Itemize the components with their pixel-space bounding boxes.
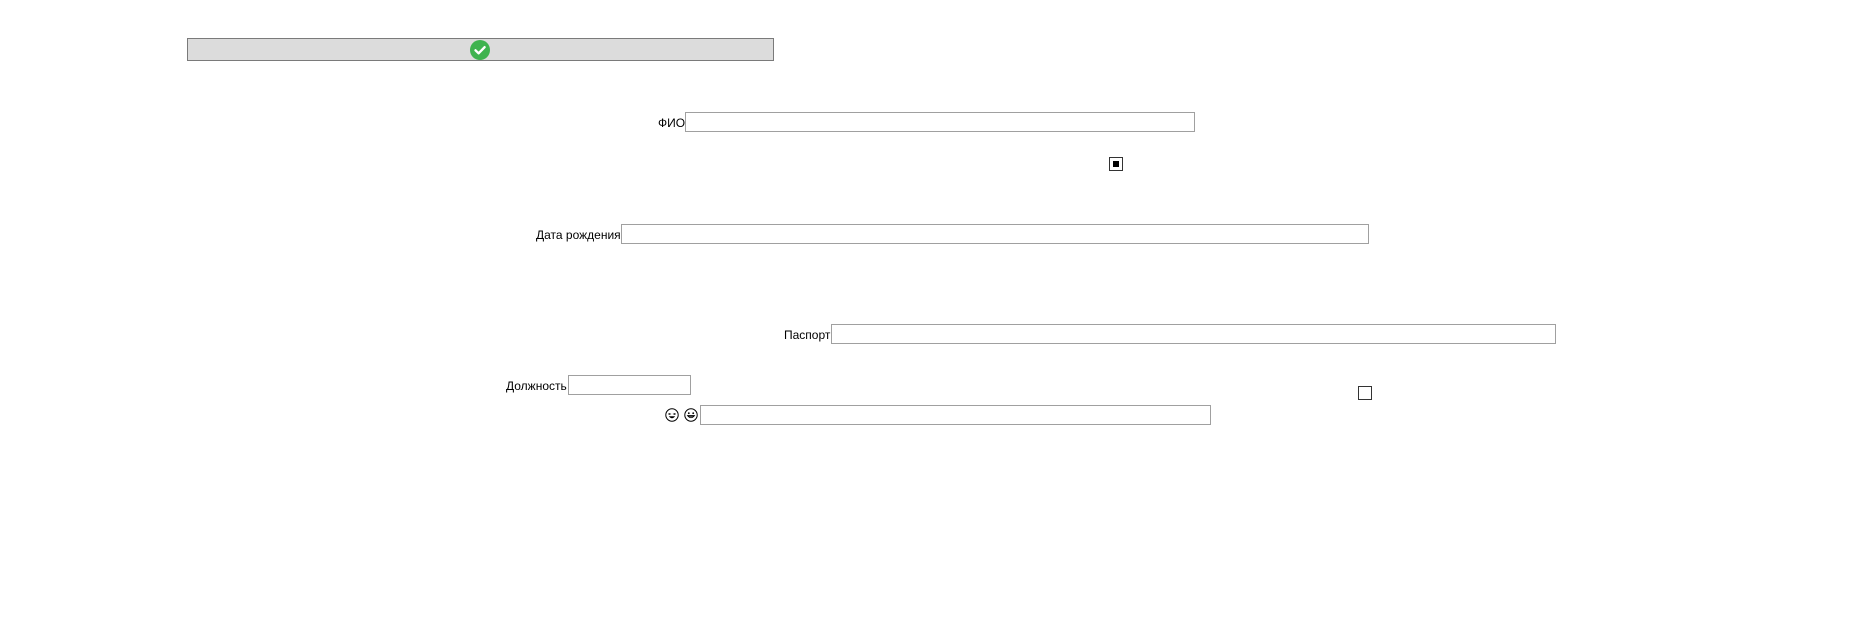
emoji-input[interactable] [700, 405, 1211, 425]
passport-label: Паспорт [784, 328, 831, 342]
position-label: Должность [506, 379, 567, 393]
confirm-checkbox[interactable] [1109, 157, 1123, 171]
check-circle-icon[interactable] [470, 40, 490, 60]
submit-bar[interactable] [187, 38, 774, 61]
option-checkbox[interactable] [1358, 386, 1372, 400]
position-input[interactable] [568, 375, 691, 395]
fio-label: ФИО [658, 116, 686, 130]
laughing-emoji-icon[interactable] [665, 408, 679, 422]
fio-input[interactable] [685, 112, 1195, 132]
birth-date-label: Дата рождения [536, 228, 621, 242]
birth-date-input[interactable] [621, 224, 1369, 244]
passport-input[interactable] [831, 324, 1556, 344]
grinning-emoji-icon[interactable] [684, 408, 698, 422]
